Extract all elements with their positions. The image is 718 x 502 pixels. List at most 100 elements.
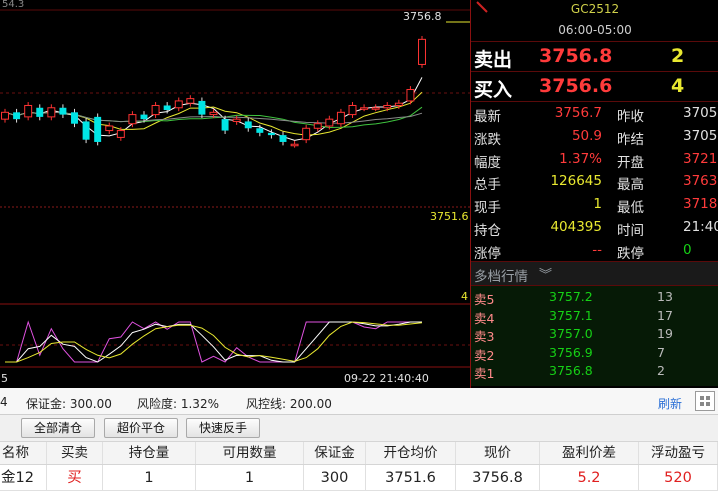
candle-up xyxy=(151,104,160,116)
stat-value: 21:40:5 xyxy=(683,218,718,235)
col-header[interactable]: 持仓量 xyxy=(103,442,196,464)
depth-level: 卖1 xyxy=(474,366,495,381)
risk-control-text: 风控线: 200.00 xyxy=(246,397,332,411)
candle-down xyxy=(71,112,78,124)
candle-down xyxy=(94,116,102,142)
candle-up xyxy=(406,89,415,102)
buy-label: 买入 xyxy=(474,79,513,101)
contract-symbol: GC2512 xyxy=(570,2,620,16)
refresh-link[interactable]: 刷新 xyxy=(658,395,682,412)
depth-row[interactable]: 卖3 3757.0 19 xyxy=(471,326,718,345)
depth-price: 3756.9 xyxy=(549,344,593,360)
col-header[interactable]: 开仓均价 xyxy=(366,442,456,464)
depth-toggle[interactable]: 多档行情 ︾ xyxy=(471,262,718,286)
last-price-tag: 3756.8 xyxy=(403,10,442,23)
depth-row[interactable]: 卖1 3756.8 2 xyxy=(471,363,718,382)
stat-row: 总手 126645 最高 3763 xyxy=(471,173,718,196)
buy-row[interactable]: 买入 3756.6 4 xyxy=(471,72,718,102)
indicator-lines xyxy=(5,320,423,363)
candle-down xyxy=(13,112,21,120)
stat-value: 126645 xyxy=(550,173,602,190)
stat-value: 3705 xyxy=(683,105,718,121)
cell-side: 买 xyxy=(47,465,103,490)
stat-value: 1 xyxy=(593,196,602,213)
candle-up xyxy=(105,125,114,132)
stat-row: 持仓 404395 时间 21:40:5 xyxy=(471,219,718,242)
candle-up xyxy=(302,127,311,141)
depth-row[interactable]: 卖4 3757.1 17 xyxy=(471,308,718,327)
candles-group xyxy=(1,35,426,148)
close-all-button[interactable]: 全部清仓 xyxy=(21,418,95,438)
kline-chart[interactable]: 54.3 3756.8 3751.6 4 5 09-22 21:40:40 xyxy=(0,0,470,388)
stat-value: 50.9 xyxy=(571,127,602,144)
col-header[interactable]: 保证金 xyxy=(304,442,366,464)
stat-value: 3705 xyxy=(683,127,718,144)
stat-row: 幅度 1.37% 开盘 3721 xyxy=(471,151,718,174)
depth-row[interactable]: 卖5 3757.2 13 xyxy=(471,289,718,308)
account-lead: 4 xyxy=(0,395,8,409)
depth-price: 3757.1 xyxy=(549,307,593,323)
depth-volume: 19 xyxy=(657,326,673,341)
top-left-value: 54.3 xyxy=(2,0,24,10)
stat-value: 3721 xyxy=(683,150,718,167)
sell-price: 3756.8 xyxy=(539,45,613,67)
candle-down xyxy=(267,132,275,136)
candle-down xyxy=(36,107,44,117)
col-header[interactable]: 现价 xyxy=(456,442,540,464)
table-row[interactable]: 金12 买 1 1 300 3751.6 3756.8 5.2 520 xyxy=(0,465,718,491)
x-axis-time-label: 09-22 21:40:40 xyxy=(344,372,429,385)
flat-over-button[interactable]: 超价平仓 xyxy=(104,418,178,438)
candle-up xyxy=(394,102,403,106)
candle-down xyxy=(221,119,229,131)
double-chevron-down-icon[interactable]: ︾ xyxy=(539,264,552,283)
stat-value: 3763 xyxy=(683,173,718,190)
grid-layout-icon[interactable] xyxy=(695,391,715,411)
x-axis-left-label: 5 xyxy=(1,372,8,385)
stat-row: 最新 3756.7 昨收 3705 xyxy=(471,105,718,128)
trading-session: 06:00-05:00 xyxy=(558,23,632,37)
stat-value: 1.37% xyxy=(559,150,602,167)
sell-row[interactable]: 卖出 3756.8 2 xyxy=(471,42,718,72)
candle-up xyxy=(209,111,218,116)
depth-row[interactable]: 卖2 3756.9 7 xyxy=(471,345,718,364)
cell-name: 金12 xyxy=(0,465,47,490)
stat-value: 404395 xyxy=(550,218,602,235)
stat-key: 昨收 xyxy=(617,109,644,125)
quote-panel: GC2512 06:00-05:00 卖出 3756.8 2 买入 3756.6… xyxy=(470,0,718,388)
stat-value: 0 xyxy=(683,241,692,258)
stat-key: 开盘 xyxy=(617,154,644,171)
volume-scale-label: 4 xyxy=(461,290,468,303)
candle-up xyxy=(325,118,334,127)
candle-up xyxy=(47,107,56,118)
action-buttons: 全部清仓 超价平仓 快速反手 xyxy=(0,415,718,441)
depth-volume: 2 xyxy=(657,363,665,378)
col-header[interactable]: 浮动盈亏 xyxy=(639,442,718,464)
col-header[interactable]: 买卖 xyxy=(47,442,103,464)
stat-key: 最高 xyxy=(617,177,644,194)
ma-line-short xyxy=(4,77,423,141)
stat-key: 昨结 xyxy=(617,131,644,148)
col-header[interactable]: 盈利价差 xyxy=(540,442,639,464)
quote-stats: 最新 3756.7 昨收 3705 涨跌 50.9 昨结 3705 幅度 1.37% 开盘 372… xyxy=(471,102,718,262)
moving-average-lines xyxy=(4,77,423,141)
candle-up xyxy=(348,104,357,116)
col-header[interactable]: 可用数量 xyxy=(196,442,304,464)
candle-up xyxy=(418,38,426,65)
stat-key: 涨跌 xyxy=(474,131,501,148)
stat-key: 总手 xyxy=(474,177,501,194)
cell-available: 1 xyxy=(196,465,304,490)
candle-up xyxy=(383,104,392,109)
candle-up xyxy=(371,107,380,110)
candle-up xyxy=(313,123,322,129)
depth-level: 卖2 xyxy=(474,347,495,363)
margin-text: 保证金: 300.00 xyxy=(26,397,112,411)
candle-down xyxy=(198,100,206,115)
quick-reverse-button[interactable]: 快速反手 xyxy=(186,418,260,438)
buy-volume: 4 xyxy=(671,75,685,97)
depth-price: 3756.8 xyxy=(549,363,593,378)
candle-up xyxy=(232,118,241,122)
stat-key: 持仓 xyxy=(474,222,501,239)
col-header[interactable]: 名称 xyxy=(0,442,47,464)
risk-text: 风险度: 1.32% xyxy=(137,397,219,411)
cell-float-pl: 520 xyxy=(639,465,718,490)
